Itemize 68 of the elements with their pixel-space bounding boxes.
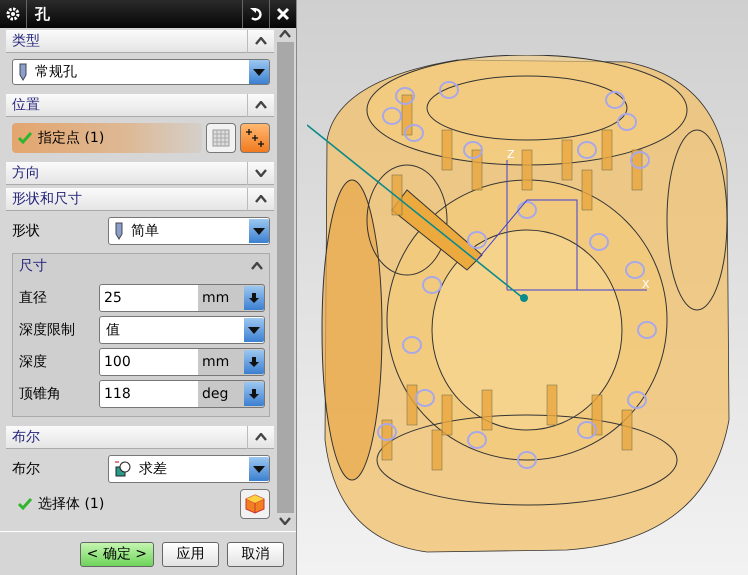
section-header[interactable]: 布尔 [6,426,274,449]
dropdown-button[interactable] [244,350,264,374]
type-dropdown[interactable]: 常规孔 [12,59,270,85]
plus-marks-icon [244,127,266,149]
dropdown-value: 求差 [139,460,167,478]
dropdown-button[interactable] [244,318,264,342]
shape-dropdown[interactable]: 简单 [108,217,270,245]
caret-icon [248,326,260,334]
dropdown-button[interactable] [244,286,264,310]
ok-button[interactable]: < 确定 > [80,542,154,566]
chevron-up-icon [255,433,267,441]
chevron-down-icon [279,517,291,525]
drill-icon [19,63,27,81]
number-field[interactable]: 100 mm [99,348,265,376]
dropdown-value: 值 [106,321,120,339]
chevron-up-icon [279,30,291,38]
grid-icon [212,129,230,147]
caret-icon [253,68,265,76]
dropdown-button[interactable] [249,457,269,481]
point-dialog-button[interactable] [240,123,270,153]
field-label: 顶锥角 [19,385,62,403]
field-label: 深度 [19,353,48,371]
down-arrow-icon [248,292,260,304]
dropdown-button[interactable] [249,60,269,84]
section-header[interactable]: 方向 [6,162,274,185]
chevron-up-icon [255,37,267,45]
axis-label: X [642,278,650,291]
chevron-up-icon [255,101,267,109]
dropdown-value: 简单 [131,222,159,240]
subtract-icon [115,461,131,477]
check-icon [18,132,32,144]
section-header[interactable]: 类型 [6,30,274,53]
field-label: 形状 [12,222,41,240]
section-header[interactable]: 形状和尺寸 [6,188,274,211]
group-header[interactable]: 尺寸 [13,254,269,278]
dropdown-button[interactable] [244,382,264,406]
sketch-button[interactable] [206,123,236,153]
field-label: 深度限制 [19,321,76,339]
unit-label: mm [201,354,230,370]
chevron-up-icon [255,195,267,203]
dropdown-button[interactable] [249,219,269,243]
select-body-selector[interactable]: 选择体 (1) [12,489,236,519]
window-title: 孔 [34,4,51,24]
boolean-dropdown[interactable]: 求差 [108,455,270,483]
chevron-down-icon [255,169,267,177]
section-header[interactable]: 位置 [6,94,274,117]
scrollbar[interactable] [276,30,294,525]
caret-icon [253,228,265,234]
dropdown-value: 常规孔 [35,63,77,81]
specify-point-selector[interactable]: 指定点 (1) [12,123,202,153]
chevron-up-icon [251,262,263,270]
cube-icon [244,493,266,515]
down-arrow-icon [248,388,260,400]
body-button[interactable] [240,489,270,519]
unit-label: mm [201,290,230,306]
axis-label: Z [507,148,515,161]
check-icon [18,498,32,510]
number-field[interactable]: 25 mm [99,284,265,312]
field-label: 直径 [19,289,48,307]
depth-limit-dropdown[interactable]: 值 [99,316,265,344]
down-arrow-icon [248,356,260,368]
dialog-button[interactable]: 应用 [162,542,219,566]
field-label: 布尔 [12,460,41,478]
dialog-button[interactable]: 取消 [227,542,284,566]
drill-icon [115,222,123,240]
number-field[interactable]: 118 deg [99,380,265,408]
unit-label: deg [201,386,230,402]
caret-icon [253,466,265,472]
